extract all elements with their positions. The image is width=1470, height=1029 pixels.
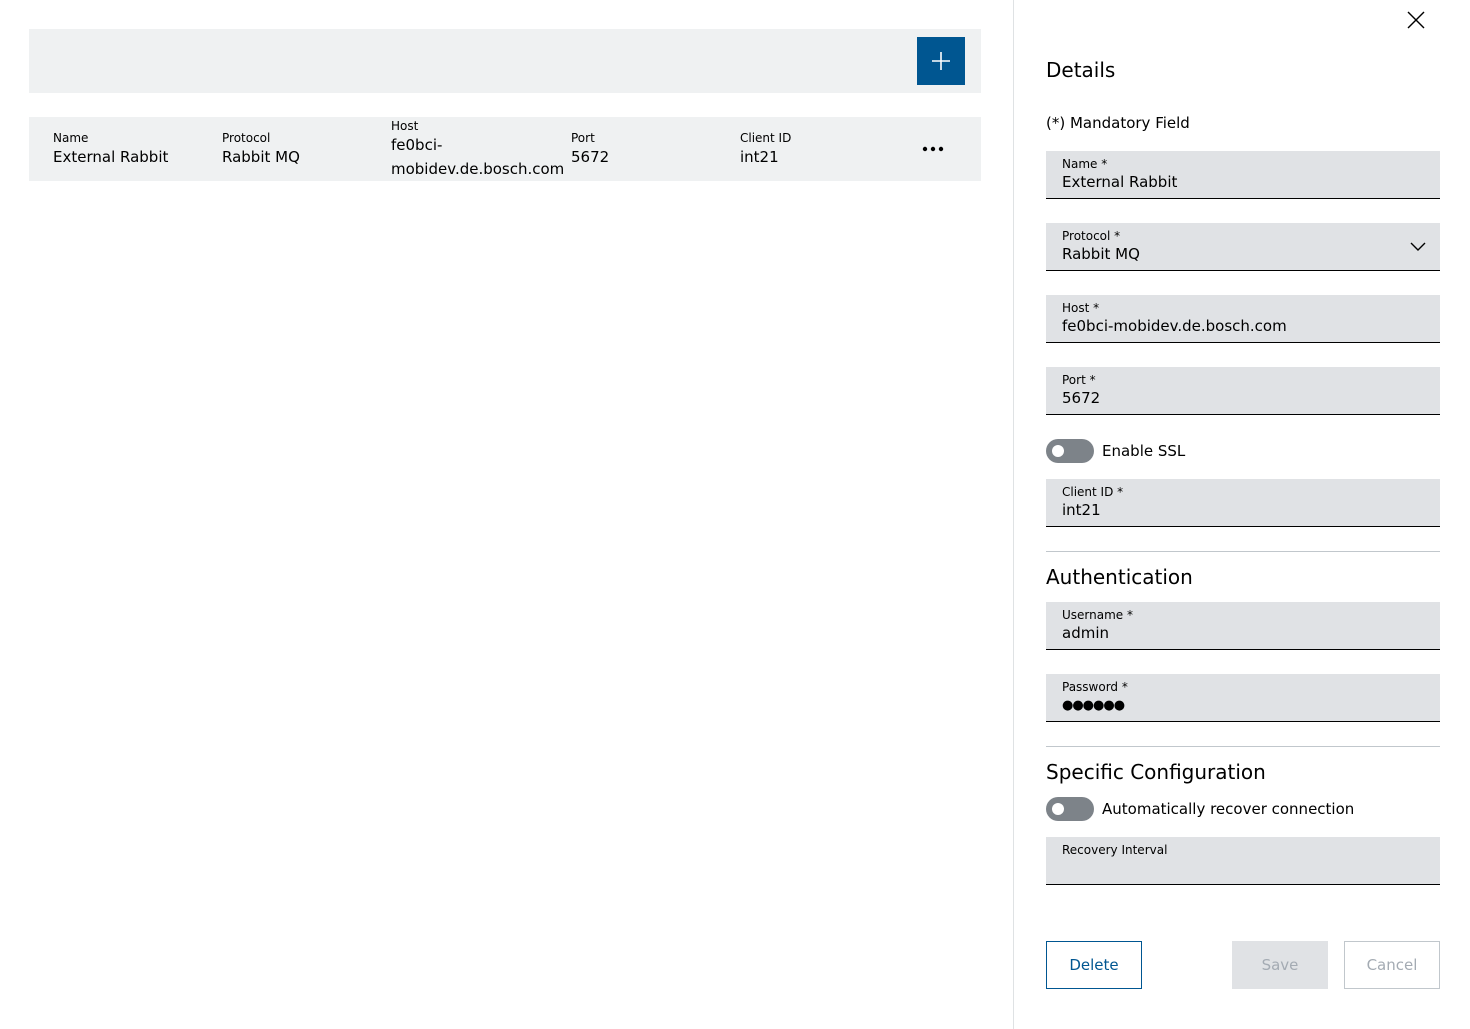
recovery-interval-field[interactable]: Recovery Interval bbox=[1046, 837, 1440, 885]
port-field[interactable]: Port * 5672 bbox=[1046, 367, 1440, 415]
cell-port-value: 5672 bbox=[571, 148, 610, 166]
port-field-label: Port * bbox=[1062, 373, 1096, 387]
plus-icon bbox=[932, 52, 950, 70]
username-field-value: admin bbox=[1062, 624, 1109, 642]
mandatory-note: (*) Mandatory Field bbox=[1046, 114, 1190, 132]
cancel-button[interactable]: Cancel bbox=[1344, 941, 1440, 989]
save-button[interactable]: Save bbox=[1232, 941, 1328, 989]
host-field-value: fe0bci-mobidev.de.bosch.com bbox=[1062, 317, 1287, 335]
auto-recover-toggle[interactable] bbox=[1046, 797, 1094, 821]
table-row[interactable]: Name External Rabbit Protocol Rabbit MQ … bbox=[29, 117, 981, 181]
more-horizontal-icon bbox=[922, 146, 944, 152]
authentication-title: Authentication bbox=[1046, 565, 1193, 589]
cell-protocol-value: Rabbit MQ bbox=[222, 148, 300, 166]
protocol-select[interactable]: Protocol * Rabbit MQ bbox=[1046, 223, 1440, 271]
host-field-label: Host * bbox=[1062, 301, 1100, 315]
details-panel: Details (*) Mandatory Field Name * Exter… bbox=[1014, 0, 1470, 1029]
chevron-down-icon bbox=[1410, 242, 1426, 251]
cell-client-id-value: int21 bbox=[740, 148, 779, 166]
cell-host-value-line2: mobidev.de.bosch.com bbox=[391, 160, 565, 178]
cell-host-value-line1: fe0bci- bbox=[391, 136, 443, 154]
client-id-field-value: int21 bbox=[1062, 501, 1101, 519]
column-label-name: Name bbox=[53, 131, 89, 145]
password-field[interactable]: Password * ●●●●●● bbox=[1046, 674, 1440, 722]
username-field[interactable]: Username * admin bbox=[1046, 602, 1440, 650]
cell-host: Host fe0bci- mobidev.de.bosch.com bbox=[391, 119, 564, 181]
row-more-button[interactable] bbox=[913, 133, 953, 165]
close-button[interactable] bbox=[1404, 8, 1428, 32]
specific-configuration-title: Specific Configuration bbox=[1046, 760, 1266, 784]
toolbar bbox=[29, 29, 981, 93]
toggle-knob bbox=[1052, 445, 1064, 457]
cell-port: Port 5672 bbox=[571, 131, 609, 169]
client-id-field-label: Client ID * bbox=[1062, 485, 1124, 499]
recovery-interval-label: Recovery Interval bbox=[1062, 843, 1168, 857]
client-id-field[interactable]: Client ID * int21 bbox=[1046, 479, 1440, 527]
column-label-protocol: Protocol bbox=[222, 131, 271, 145]
delete-button[interactable]: Delete bbox=[1046, 941, 1142, 989]
port-field-value: 5672 bbox=[1062, 389, 1101, 407]
password-field-value: ●●●●●● bbox=[1062, 698, 1125, 713]
column-label-client-id: Client ID bbox=[740, 131, 792, 145]
auto-recover-row: Automatically recover connection bbox=[1046, 797, 1354, 821]
protocol-select-label: Protocol * bbox=[1062, 229, 1121, 243]
column-label-host: Host bbox=[391, 119, 419, 133]
cell-client-id: Client ID int21 bbox=[740, 131, 791, 169]
enable-ssl-row: Enable SSL bbox=[1046, 439, 1185, 463]
panel-title: Details bbox=[1046, 58, 1116, 82]
host-field[interactable]: Host * fe0bci-mobidev.de.bosch.com bbox=[1046, 295, 1440, 343]
name-field-label: Name * bbox=[1062, 157, 1108, 171]
main-area: Name External Rabbit Protocol Rabbit MQ … bbox=[0, 0, 1013, 1029]
add-button[interactable] bbox=[917, 37, 965, 85]
app-root: Name External Rabbit Protocol Rabbit MQ … bbox=[0, 0, 1470, 1029]
section-divider bbox=[1046, 746, 1440, 747]
username-field-label: Username * bbox=[1062, 608, 1133, 622]
close-icon bbox=[1407, 11, 1425, 29]
toggle-knob bbox=[1052, 803, 1064, 815]
protocol-select-value: Rabbit MQ bbox=[1062, 245, 1140, 263]
enable-ssl-label: Enable SSL bbox=[1102, 442, 1186, 460]
cell-protocol: Protocol Rabbit MQ bbox=[222, 131, 300, 169]
section-divider bbox=[1046, 551, 1440, 552]
auto-recover-label: Automatically recover connection bbox=[1102, 800, 1355, 818]
cell-name: Name External Rabbit bbox=[53, 131, 168, 169]
password-field-label: Password * bbox=[1062, 680, 1128, 694]
cell-name-value: External Rabbit bbox=[53, 148, 169, 166]
name-field[interactable]: Name * External Rabbit bbox=[1046, 151, 1440, 199]
name-field-value: External Rabbit bbox=[1062, 173, 1178, 191]
enable-ssl-toggle[interactable] bbox=[1046, 439, 1094, 463]
column-label-port: Port bbox=[571, 131, 595, 145]
